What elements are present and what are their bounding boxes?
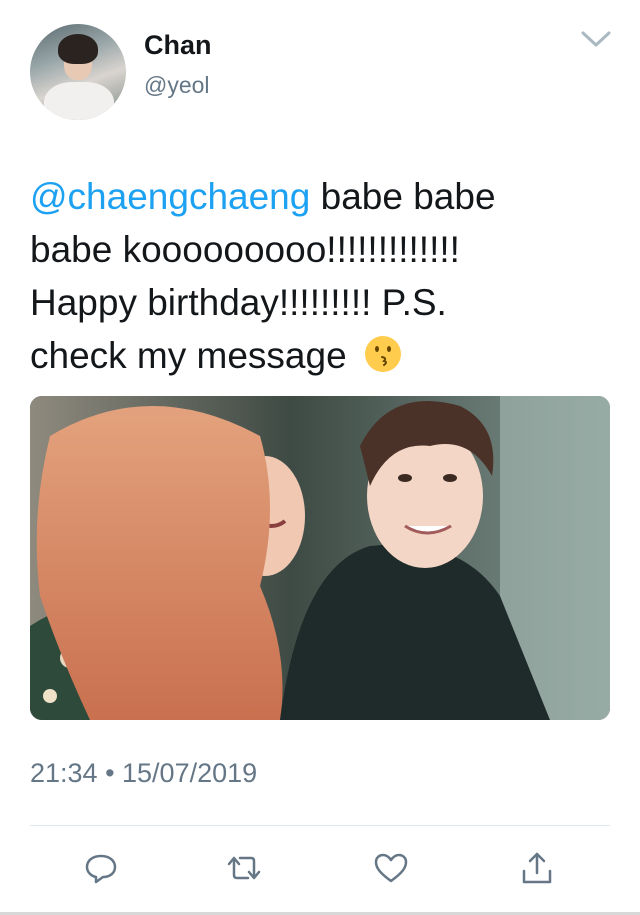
share-icon: [521, 851, 553, 890]
avatar-hair: [58, 34, 98, 64]
chevron-down-icon[interactable]: [580, 28, 612, 50]
tweet-timestamp[interactable]: 21:34 • 15/07/2019: [30, 758, 257, 789]
author-name[interactable]: Chan: [144, 30, 212, 61]
share-button[interactable]: [515, 848, 559, 892]
like-button[interactable]: [369, 848, 413, 892]
author-handle[interactable]: @yeol: [144, 72, 210, 99]
divider: [30, 825, 610, 826]
tweet-line-4: check my message: [30, 329, 590, 382]
avatar-shirt: [44, 82, 114, 120]
avatar[interactable]: [30, 24, 126, 120]
tweet-line-1: @chaengchaeng babe babe: [30, 170, 590, 223]
retweet-button[interactable]: [222, 848, 266, 892]
tweet-line-4-text: check my message: [30, 335, 357, 376]
kissing-face-icon: [363, 334, 403, 374]
reply-button[interactable]: [79, 848, 123, 892]
tweet-photo[interactable]: [30, 396, 610, 720]
tweet-line-2: babe kooooooooo!!!!!!!!!!!!!: [30, 229, 460, 270]
retweet-icon: [226, 853, 262, 888]
reply-icon: [84, 852, 118, 889]
heart-icon: [374, 852, 408, 889]
tweet-line-1-rest: babe babe: [310, 176, 496, 217]
tweet-line-3: Happy birthday!!!!!!!!! P.S.: [30, 282, 447, 323]
tweet-text: @chaengchaeng babe babe babe kooooooooo!…: [30, 170, 590, 382]
tweet-actions: [0, 840, 640, 900]
mention-link[interactable]: @chaengchaeng: [30, 176, 310, 217]
